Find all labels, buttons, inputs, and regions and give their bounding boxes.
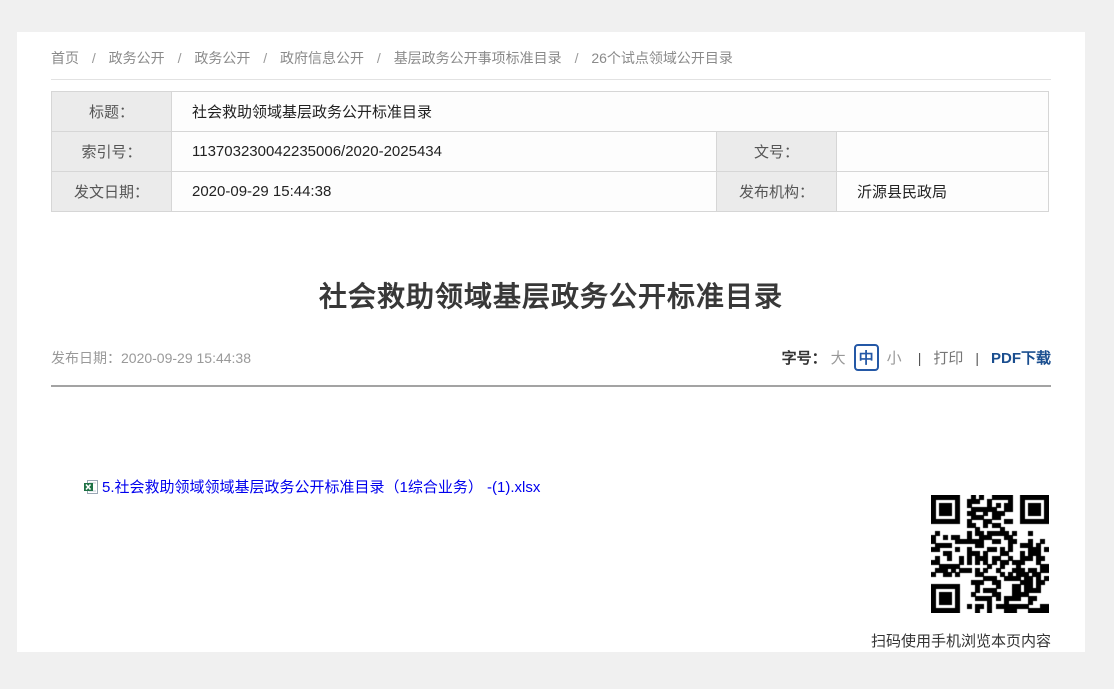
meta-docnum-value [837,132,1049,172]
publish-date-label: 发布日期： [51,350,121,366]
publish-date-value: 2020-09-29 15:44:38 [121,350,251,366]
font-size-medium-button[interactable]: 中 [854,344,879,371]
meta-title-value: 社会救助领域基层政务公开标准目录 [172,92,1049,132]
breadcrumb-item-gov-info[interactable]: 政府信息公开 [280,50,364,66]
font-size-small-button[interactable]: 小 [887,347,902,368]
meta-agency-value: 沂源县民政局 [837,172,1049,212]
breadcrumb-separator: / [377,50,381,66]
excel-file-icon [83,479,99,495]
table-row: 发文日期： 2020-09-29 15:44:38 发布机构： 沂源县民政局 [52,172,1049,212]
publish-date: 发布日期：2020-09-29 15:44:38 [51,348,251,368]
table-row: 标题： 社会救助领域基层政务公开标准目录 [52,92,1049,132]
breadcrumb: 首页 / 政务公开 / 政务公开 / 政府信息公开 / 基层政务公开事项标准目录… [51,32,1051,80]
content-panel: 首页 / 政务公开 / 政务公开 / 政府信息公开 / 基层政务公开事项标准目录… [17,32,1085,652]
breadcrumb-item-standard-catalog[interactable]: 基层政务公开事项标准目录 [394,50,562,66]
breadcrumb-item-pilot-catalog[interactable]: 26个试点领域公开目录 [591,50,733,66]
meta-agency-label: 发布机构： [717,172,837,212]
breadcrumb-item-zwgk-2[interactable]: 政务公开 [194,50,250,66]
print-button[interactable]: 打印 [933,347,963,368]
breadcrumb-separator: / [263,50,267,66]
breadcrumb-item-zwgk-1[interactable]: 政务公开 [109,50,165,66]
font-size-label: 字号： [782,347,827,368]
qr-block: 扫码使用手机浏览本页内容 [871,495,1051,651]
breadcrumb-item-home[interactable]: 首页 [51,50,79,66]
meta-title-label: 标题： [52,92,172,132]
qr-code [931,495,1049,613]
breadcrumb-separator: / [92,50,96,66]
page-title: 社会救助领域基层政务公开标准目录 [51,276,1051,318]
qr-caption: 扫码使用手机浏览本页内容 [871,630,1051,651]
article-toolbar: 字号： 大 中 小 | 打印 | PDF下载 [782,344,1051,371]
attachment-link[interactable]: 5.社会救助领域领域基层政务公开标准目录（1综合业务） -(1).xlsx [102,476,540,497]
toolbar-separator: | [975,350,979,366]
font-size-large-button[interactable]: 大 [831,347,846,368]
breadcrumb-separator: / [575,50,579,66]
date-toolbar-row: 发布日期：2020-09-29 15:44:38 字号： 大 中 小 | 打印 … [51,344,1051,387]
table-row: 索引号： 113703230042235006/2020-2025434 文号： [52,132,1049,172]
breadcrumb-separator: / [178,50,182,66]
meta-index-value: 113703230042235006/2020-2025434 [172,132,717,172]
article-body: 5.社会救助领域领域基层政务公开标准目录（1综合业务） -(1).xlsx 扫码… [51,387,1051,654]
document-meta-table: 标题： 社会救助领域基层政务公开标准目录 索引号： 11370323004223… [51,91,1049,212]
meta-issuedate-value: 2020-09-29 15:44:38 [172,172,717,212]
attachment-row: 5.社会救助领域领域基层政务公开标准目录（1综合业务） -(1).xlsx [83,476,540,497]
toolbar-separator: | [918,350,922,366]
meta-docnum-label: 文号： [717,132,837,172]
meta-index-label: 索引号： [52,132,172,172]
meta-issuedate-label: 发文日期： [52,172,172,212]
pdf-download-button[interactable]: PDF下载 [991,347,1051,368]
